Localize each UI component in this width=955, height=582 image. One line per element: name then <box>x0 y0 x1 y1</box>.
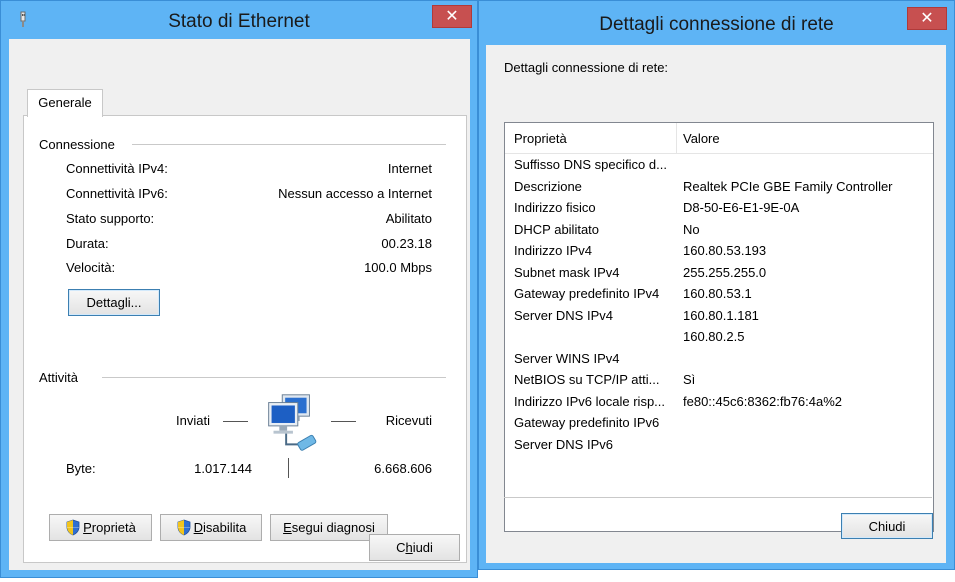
list-item[interactable]: Subnet mask IPv4 255.255.255.0 <box>505 265 933 287</box>
property-value: D8-50-E6-E1-9E-0A <box>683 200 800 215</box>
list-item[interactable]: Suffisso DNS specifico d... <box>505 157 933 179</box>
properties-button[interactable]: Proprietà <box>49 514 152 541</box>
column-header-property[interactable]: Proprietà <box>514 131 567 146</box>
connection-group-line <box>132 144 446 145</box>
property-name: Gateway predefinito IPv4 <box>514 286 660 301</box>
sent-line <box>223 421 248 422</box>
close-button-label: Chiudi <box>396 540 433 555</box>
property-value: Sì <box>683 372 696 387</box>
uac-shield-icon <box>177 519 191 536</box>
list-item[interactable]: DHCP abilitato No <box>505 222 933 244</box>
bytes-sent-value: 1.017.144 <box>194 461 252 476</box>
list-item[interactable]: NetBIOS su TCP/IP atti... Sì <box>505 372 933 394</box>
bytes-label: Byte: <box>66 461 96 476</box>
speed-label: Velocità: <box>66 260 116 275</box>
property-name: Server DNS IPv6 <box>514 436 613 452</box>
uac-shield-icon <box>66 519 80 536</box>
connection-group-label: Connessione <box>39 137 121 152</box>
property-value: No <box>683 221 700 237</box>
speed-value: 100.0 Mbps <box>364 260 432 275</box>
close-button-label: Chiudi <box>868 518 906 534</box>
list-header: Proprietà Valore <box>505 123 933 154</box>
property-name: NetBIOS su TCP/IP atti... <box>514 372 660 387</box>
property-value: 160.80.53.1 <box>683 286 752 301</box>
ethernet-status-window: Stato di Ethernet ✕ Generale Connessione… <box>0 0 478 578</box>
column-separator[interactable] <box>676 123 677 153</box>
property-value: 160.80.2.5 <box>683 329 745 344</box>
property-value: 160.80.1.181 <box>683 307 759 323</box>
list-item[interactable]: Gateway predefinito IPv4 160.80.53.1 <box>505 286 933 308</box>
list-item[interactable]: Indirizzo fisico D8-50-E6-E1-9E-0A <box>505 200 933 222</box>
footer-separator <box>504 497 932 498</box>
bytes-divider <box>288 458 289 478</box>
close-icon: ✕ <box>445 8 459 25</box>
sent-label: Inviati <box>176 413 210 428</box>
list-item[interactable]: Indirizzo IPv4 160.80.53.193 <box>505 243 933 265</box>
disable-button[interactable]: Disabilita <box>160 514 262 541</box>
dialog-client-area: Dettagli connessione di rete: Proprietà … <box>486 45 946 563</box>
close-window-button[interactable]: ✕ <box>907 7 947 30</box>
media-state-label: Stato supporto: <box>66 211 155 226</box>
details-button-label: Dettagli... <box>86 295 142 310</box>
list-item[interactable]: Server DNS IPv6 <box>505 437 933 459</box>
property-name: Server WINS IPv4 <box>514 350 620 366</box>
property-value: fe80::45c6:8362:fb76:4a%2 <box>683 393 843 409</box>
property-name: DHCP abilitato <box>514 221 600 237</box>
property-name: Suffisso DNS specifico d... <box>514 157 667 172</box>
tab-generale[interactable]: Generale <box>27 89 103 117</box>
ipv4-connectivity-value: Internet <box>387 161 432 176</box>
property-name: Subnet mask IPv4 <box>514 264 620 280</box>
property-name: Indirizzo IPv4 <box>514 243 593 258</box>
window-title: Stato di Ethernet <box>168 11 310 32</box>
column-header-value[interactable]: Valore <box>683 131 720 146</box>
property-name: Server DNS IPv4 <box>514 307 613 323</box>
property-name: Gateway predefinito IPv6 <box>514 415 660 430</box>
list-item[interactable]: Server DNS IPv4 160.80.1.181 <box>505 308 933 330</box>
received-label: Ricevuti <box>385 413 432 428</box>
bytes-received-value: 6.668.606 <box>374 461 432 476</box>
close-window-button[interactable]: ✕ <box>432 5 472 28</box>
ipv6-connectivity-label: Connettività IPv6: <box>66 186 168 201</box>
close-button[interactable]: Chiudi <box>369 534 460 561</box>
duration-value: 00.23.18 <box>381 236 432 251</box>
list-item[interactable]: Gateway predefinito IPv6 <box>505 415 933 437</box>
tab-panel-general: Connessione Connettività IPv4: Internet … <box>23 115 467 563</box>
window-title: Dettagli connessione di rete <box>599 14 834 35</box>
list-item[interactable]: 160.80.2.5 <box>505 329 933 351</box>
details-list[interactable]: Proprietà Valore Suffisso DNS specifico … <box>504 122 934 532</box>
received-line <box>331 421 356 422</box>
diagnose-button-label: Esegui diagnosi <box>283 520 375 535</box>
property-name: Indirizzo fisico <box>514 200 596 215</box>
property-value: 160.80.53.193 <box>683 243 767 258</box>
list-caption: Dettagli connessione di rete: <box>504 60 669 75</box>
property-name: Indirizzo IPv6 locale risp... <box>514 393 666 409</box>
list-item[interactable]: Indirizzo IPv6 locale risp... fe80::45c6… <box>505 394 933 416</box>
list-item[interactable]: Server WINS IPv4 <box>505 351 933 373</box>
property-name: Descrizione <box>514 178 582 194</box>
details-button[interactable]: Dettagli... <box>68 289 160 316</box>
ipv4-connectivity-label: Connettività IPv4: <box>66 161 168 176</box>
network-details-window: Dettagli connessione di rete ✕ Dettagli … <box>478 0 955 570</box>
title-bar[interactable]: Dettagli connessione di rete ✕ <box>479 1 954 41</box>
properties-button-label: Proprietà <box>83 520 136 535</box>
list-item[interactable]: Descrizione Realtek PCIe GBE Family Cont… <box>505 179 933 201</box>
media-state-value: Abilitato <box>385 211 432 226</box>
close-button[interactable]: Chiudi <box>841 513 933 539</box>
title-bar[interactable]: Stato di Ethernet ✕ <box>1 1 477 41</box>
disable-button-label: Disabilita <box>193 520 247 535</box>
dialog-client-area: Generale Connessione Connettività IPv4: … <box>9 39 470 570</box>
ipv6-connectivity-value: Nessun accesso a Internet <box>278 186 432 201</box>
property-value: Realtek PCIe GBE Family Controller <box>683 178 893 194</box>
duration-label: Durata: <box>66 236 109 251</box>
close-icon: ✕ <box>920 10 934 27</box>
activity-group-line <box>102 377 446 378</box>
activity-group-label: Attività <box>39 370 85 385</box>
network-computers-icon <box>268 394 317 451</box>
property-value: 255.255.255.0 <box>683 264 767 280</box>
